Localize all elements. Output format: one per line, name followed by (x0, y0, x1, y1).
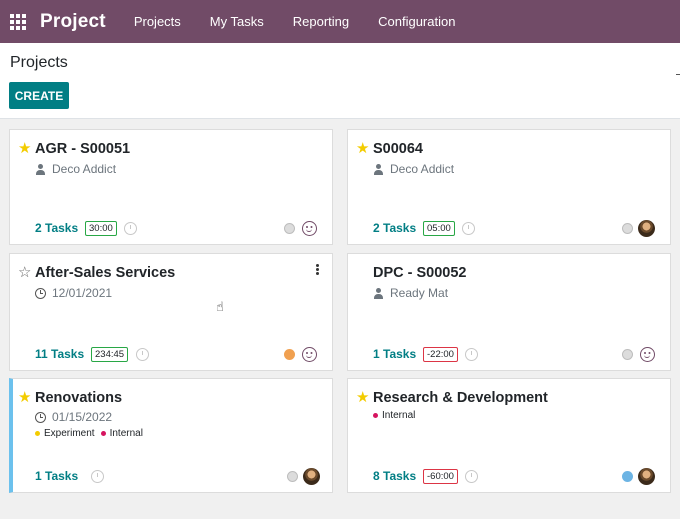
tag-label: Internal (109, 428, 143, 439)
menu-projects[interactable]: Projects (134, 14, 181, 29)
favorite-star-icon[interactable]: ★ (18, 389, 31, 406)
breadcrumb: Projects (10, 54, 68, 71)
smiley-avatar-icon[interactable] (640, 347, 655, 362)
project-title: Renovations (35, 390, 123, 406)
apps-menu-icon[interactable] (1, 0, 35, 43)
app-title[interactable]: Project (40, 11, 106, 33)
activity-clock-icon[interactable] (465, 470, 478, 483)
control-panel: Projects CREATE (0, 43, 680, 119)
tasks-link[interactable]: 1 Tasks (373, 347, 416, 361)
activity-clock-icon[interactable] (124, 222, 137, 235)
tasks-link[interactable]: 2 Tasks (373, 221, 416, 235)
activity-clock-icon[interactable] (465, 348, 478, 361)
tag-color-dot (373, 413, 378, 418)
project-card[interactable]: ★ Renovations 01/15/2022 Experiment Inte… (9, 378, 333, 493)
favorite-star-icon[interactable]: ★ (18, 140, 31, 157)
user-avatar[interactable] (638, 468, 655, 485)
hours-badge: -60:00 (423, 469, 458, 484)
activity-clock-icon[interactable] (136, 348, 149, 361)
favorite-star-icon[interactable]: ★ (356, 140, 369, 157)
favorite-star-icon[interactable]: ★ (356, 389, 369, 406)
hours-badge: 30:00 (85, 221, 117, 236)
hours-badge: -22:00 (423, 347, 458, 362)
project-title: S00064 (373, 141, 423, 157)
tag: Internal (373, 410, 415, 421)
project-date-text: 12/01/2021 (52, 286, 113, 300)
tag-label: Experiment (44, 428, 95, 439)
status-dot[interactable] (622, 349, 633, 360)
partner-name: Deco Addict (52, 162, 117, 176)
project-title: DPC - S00052 (373, 265, 467, 281)
smiley-avatar-icon[interactable] (302, 347, 317, 362)
tag-label: Internal (382, 410, 416, 421)
activity-clock-icon[interactable] (462, 222, 475, 235)
tag: Experiment (35, 428, 95, 439)
project-date: 01/15/2022 (35, 410, 112, 424)
tag-list: Experiment Internal (35, 428, 149, 439)
clock-icon (35, 287, 46, 299)
project-card[interactable]: ★ AGR - S00051 Deco Addict 2 Tasks 30:00 (9, 129, 333, 245)
project-date: 12/01/2021 (35, 286, 112, 300)
user-avatar[interactable] (303, 468, 320, 485)
person-icon (373, 163, 384, 175)
tag-color-dot (100, 431, 106, 436)
panel-edge-mark (676, 74, 680, 75)
project-card[interactable]: DPC - S00052 Ready Mat 1 Tasks -22:00 (347, 253, 671, 371)
hours-badge: 05:00 (423, 221, 455, 236)
menu-my-tasks[interactable]: My Tasks (210, 14, 264, 29)
project-date-text: 01/15/2022 (52, 410, 113, 424)
status-dot[interactable] (622, 471, 633, 482)
tag-list: Internal (373, 410, 421, 421)
project-title: Research & Development (373, 390, 548, 406)
hand-cursor-icon: ☝ (216, 299, 224, 314)
partner-name: Deco Addict (390, 162, 455, 176)
tag-color-dot (35, 431, 40, 436)
menu-reporting[interactable]: Reporting (293, 14, 349, 29)
project-title: AGR - S00051 (35, 141, 131, 157)
status-dot[interactable] (284, 223, 295, 234)
card-menu-icon[interactable] (316, 264, 319, 275)
person-icon (35, 163, 46, 175)
person-icon (373, 287, 384, 299)
tasks-link[interactable]: 11 Tasks (35, 347, 84, 361)
status-dot[interactable] (284, 349, 295, 360)
tag: Internal (100, 428, 143, 439)
activity-clock-icon[interactable] (91, 470, 104, 483)
project-partner: Deco Addict (35, 162, 116, 176)
project-card[interactable]: ★ S00064 Deco Addict 2 Tasks 05:00 (347, 129, 671, 245)
project-card[interactable]: ☆ After-Sales Services 12/01/2021 11 Tas… (9, 253, 333, 371)
project-title: After-Sales Services (35, 265, 176, 281)
tasks-link[interactable]: 8 Tasks (373, 469, 416, 483)
user-avatar[interactable] (638, 220, 655, 237)
status-dot[interactable] (287, 471, 298, 482)
create-button[interactable]: CREATE (9, 82, 69, 109)
project-partner: Deco Addict (373, 162, 454, 176)
menu-configuration[interactable]: Configuration (378, 14, 455, 29)
top-navbar: Project Projects My Tasks Reporting Conf… (0, 0, 680, 43)
tasks-link[interactable]: 2 Tasks (35, 221, 78, 235)
project-partner: Ready Mat (373, 286, 448, 300)
hours-badge: 234:45 (91, 347, 129, 362)
clock-icon (35, 411, 46, 423)
partner-name: Ready Mat (390, 286, 449, 300)
tasks-link[interactable]: 1 Tasks (35, 469, 78, 483)
smiley-avatar-icon[interactable] (302, 221, 317, 236)
status-dot[interactable] (622, 223, 633, 234)
project-card[interactable]: ★ Research & Development Internal 8 Task… (347, 378, 671, 493)
favorite-star-icon[interactable]: ☆ (18, 264, 31, 281)
